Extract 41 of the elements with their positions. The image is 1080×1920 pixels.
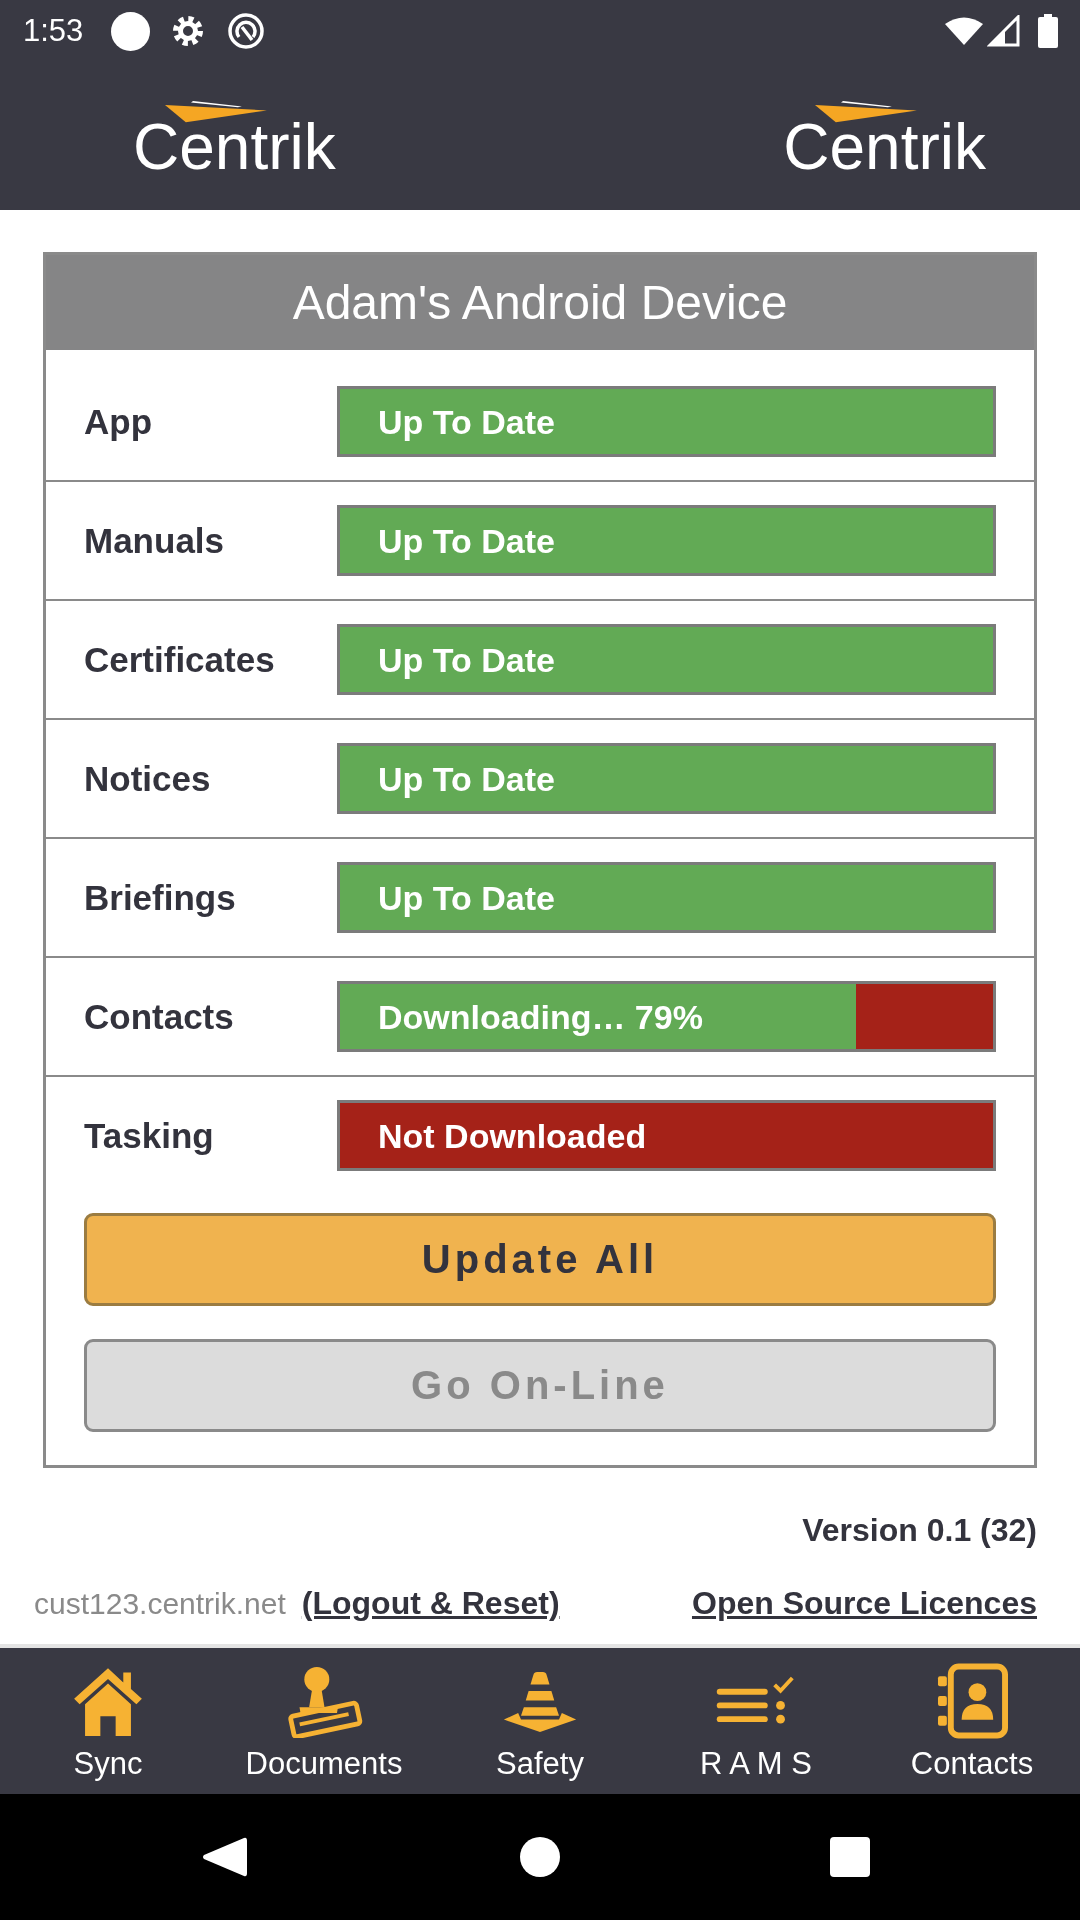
status-text: Up To Date: [378, 401, 555, 442]
logo-text: Centrik: [133, 123, 336, 171]
item-label: App: [84, 401, 154, 442]
checklist-icon: [715, 1675, 797, 1727]
logo-text: Centrik: [783, 123, 986, 171]
status-text: Downloading… 79%: [378, 996, 703, 1037]
nav-tab[interactable]: Safety: [432, 1648, 648, 1794]
status-text: Up To Date: [378, 758, 555, 799]
item-label: Briefings: [84, 877, 237, 918]
item-label: Notices: [84, 758, 212, 799]
status-text: Up To Date: [378, 639, 555, 680]
home-icon[interactable]: [520, 1837, 560, 1877]
item-label: Certificates: [84, 639, 276, 680]
stamp-icon: [285, 1664, 363, 1738]
footer-link[interactable]: (Logout & Reset): [301, 1583, 560, 1623]
battery-icon: [1038, 14, 1058, 48]
nav-tab[interactable]: Documents: [216, 1648, 432, 1794]
contact-book-icon: [936, 1663, 1008, 1739]
footer-link[interactable]: Open Source Licences: [692, 1583, 1037, 1623]
nav-tab[interactable]: Sync: [0, 1648, 216, 1794]
status-time: 1:53: [23, 13, 84, 49]
signal-icon: [987, 15, 1020, 47]
version-text: Version 0.1 (32): [802, 1511, 1037, 1550]
host-text: cust123.centrik.net: [34, 1586, 286, 1622]
status-text: Not Downloaded: [378, 1115, 647, 1156]
swoosh-icon: [165, 101, 269, 123]
status-text: Up To Date: [378, 877, 555, 918]
back-icon[interactable]: [202, 1836, 247, 1878]
card-title: Adam's Android Device: [46, 255, 1034, 350]
dot-icon: [111, 11, 151, 51]
ring-icon: [228, 13, 265, 49]
nav-tab[interactable]: Contacts: [864, 1648, 1080, 1794]
item-label: Manuals: [84, 520, 226, 561]
status-text: Up To Date: [378, 520, 555, 561]
wifi-icon: [945, 17, 983, 45]
item-label: Contacts: [84, 996, 235, 1037]
action-button[interactable]: Update All: [84, 1213, 996, 1306]
nav-tab[interactable]: R A M S: [648, 1648, 864, 1794]
item-label: Tasking: [84, 1115, 215, 1156]
settings-icon: [172, 15, 205, 47]
traffic-cone-icon: [502, 1670, 578, 1732]
